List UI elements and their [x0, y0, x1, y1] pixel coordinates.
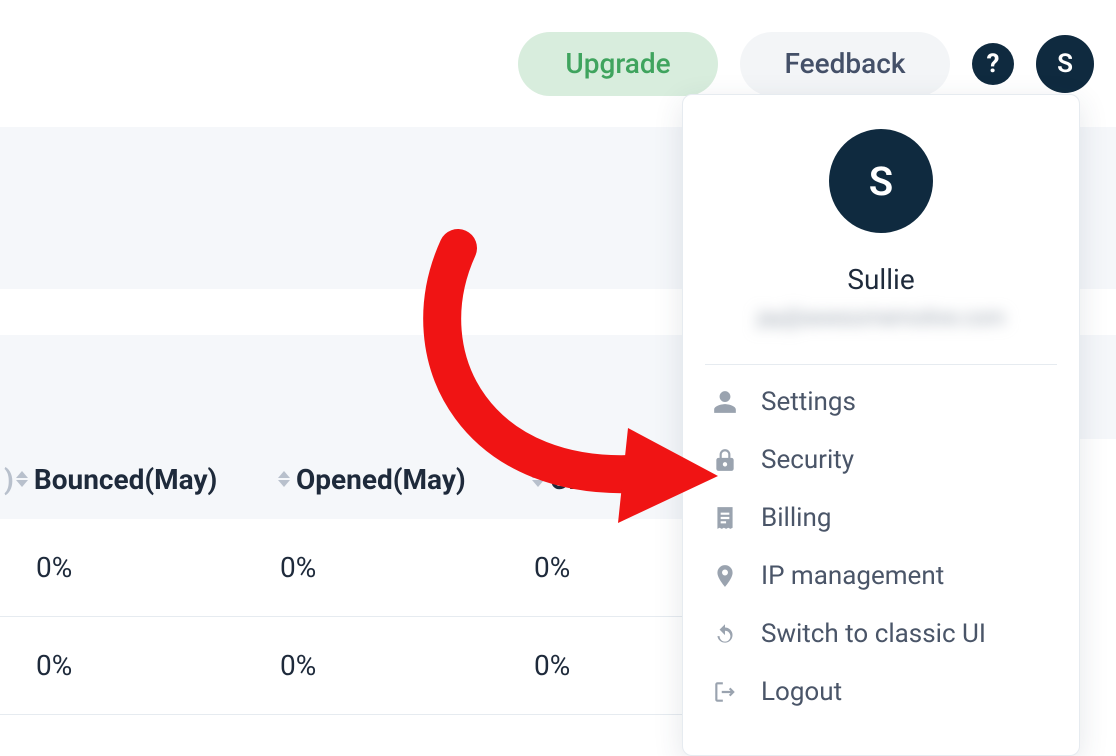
column-label: Opened(May) [296, 463, 466, 496]
menu-item-label: Settings [761, 387, 856, 417]
pin-icon [711, 562, 739, 590]
receipt-icon [711, 504, 739, 532]
feedback-button[interactable]: Feedback [740, 32, 950, 96]
account-dropdown: S Sullie jay@awesomemotive.com Settings … [682, 94, 1080, 756]
column-header-bounced[interactable]: ) Bounced(May) [0, 463, 278, 496]
sort-icon[interactable] [16, 471, 28, 487]
menu-item-label: Logout [761, 677, 842, 707]
menu-item-billing[interactable]: Billing [683, 489, 1079, 547]
menu-item-label: IP management [761, 561, 944, 591]
column-header-opened[interactable]: Opened(May) [278, 463, 532, 496]
column-label: Bounced(May) [34, 463, 218, 496]
menu-item-label: Billing [761, 503, 831, 533]
table-row: 0% 0% 0% [0, 617, 684, 715]
lock-icon [711, 446, 739, 474]
menu-item-settings[interactable]: Settings [683, 373, 1079, 431]
column-header-click[interactable]: Click [532, 463, 682, 496]
cell-opened: 0% [278, 551, 532, 584]
upgrade-button[interactable]: Upgrade [518, 32, 718, 96]
menu-item-label: Switch to classic UI [761, 619, 986, 649]
help-button[interactable]: ? [972, 43, 1014, 85]
menu-item-switch-ui[interactable]: Switch to classic UI [683, 605, 1079, 663]
menu-item-ip-management[interactable]: IP management [683, 547, 1079, 605]
sort-icon[interactable] [278, 471, 290, 487]
cell-click: 0% [532, 551, 682, 584]
table-row: 0% 0% 0% [0, 519, 684, 617]
logout-icon [711, 678, 739, 706]
cell-bounced: 0% [0, 649, 278, 682]
cell-bounced: 0% [0, 551, 278, 584]
dropdown-divider [705, 364, 1057, 365]
dropdown-user-name: Sullie [683, 263, 1079, 296]
avatar-large: S [829, 129, 933, 233]
partial-paren: ) [4, 463, 14, 496]
cell-opened: 0% [278, 649, 532, 682]
avatar-menu-trigger[interactable]: S [1036, 35, 1094, 93]
sort-icon[interactable] [532, 471, 544, 487]
menu-item-logout[interactable]: Logout [683, 663, 1079, 721]
refresh-icon [711, 620, 739, 648]
column-label: Click [550, 463, 613, 496]
person-icon [711, 388, 739, 416]
menu-item-security[interactable]: Security [683, 431, 1079, 489]
stats-table: ) Bounced(May) Opened(May) Click 0% 0% 0… [0, 439, 684, 715]
table-header-row: ) Bounced(May) Opened(May) Click [0, 439, 684, 519]
menu-item-label: Security [761, 445, 854, 475]
dropdown-user-email-blurred: jay@awesomemotive.com [707, 306, 1055, 340]
cell-click: 0% [532, 649, 682, 682]
